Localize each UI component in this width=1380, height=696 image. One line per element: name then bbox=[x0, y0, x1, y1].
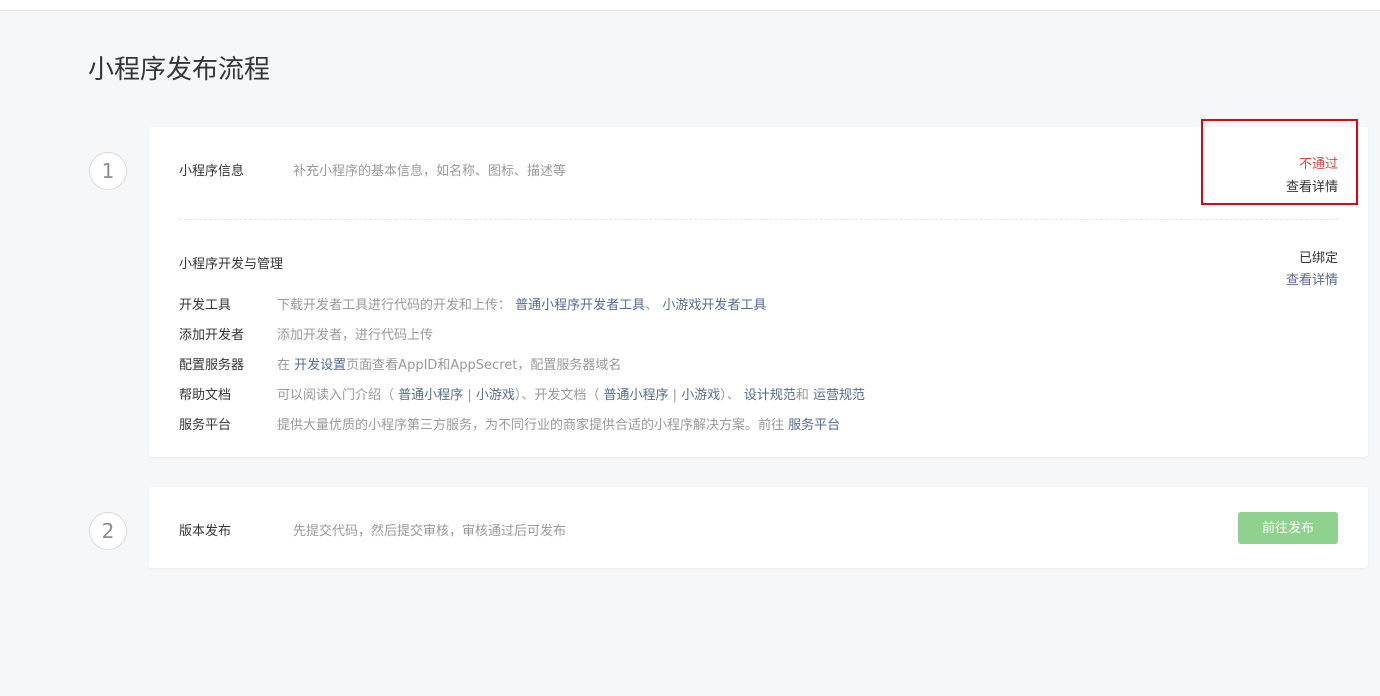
section-desc-release: 先提交代码，然后提交审核，审核通过后可发布 bbox=[293, 524, 567, 539]
section-title-release: 版本发布 bbox=[179, 524, 232, 539]
mini-game-devtools-link[interactable]: 小游戏开发者工具 bbox=[662, 298, 766, 313]
row-server-config: 配置服务器 在 开发设置页面查看AppID和AppSecret，配置服务器域名 bbox=[179, 354, 622, 373]
row-label: 帮助文档 bbox=[179, 388, 232, 403]
step2-card: 版本发布 先提交代码，然后提交审核，审核通过后可发布 前往发布 bbox=[149, 487, 1368, 568]
row-label: 添加开发者 bbox=[179, 328, 245, 343]
section-title-info: 小程序信息 bbox=[179, 164, 245, 179]
separator: | bbox=[467, 388, 472, 403]
row-label: 开发工具 bbox=[179, 298, 232, 313]
section-desc-info: 补充小程序的基本信息，如名称、图标、描述等 bbox=[293, 164, 567, 179]
row-text: 和 bbox=[795, 388, 809, 403]
row-dev-tools: 开发工具 下载开发者工具进行代码的开发和上传： 普通小程序开发者工具、 小游戏开发… bbox=[179, 294, 766, 313]
docs-mini-game-link[interactable]: 小游戏 bbox=[681, 388, 720, 403]
row-text: ）、开发文档（ bbox=[514, 388, 600, 403]
step-number-2: 2 bbox=[89, 512, 127, 550]
design-guide-link[interactable]: 设计规范 bbox=[744, 388, 796, 403]
row-add-developer: 添加开发者 添加开发者，进行代码上传 bbox=[179, 324, 434, 343]
separator: | bbox=[672, 388, 678, 403]
row-text: 在 bbox=[277, 358, 291, 373]
operation-guide-link[interactable]: 运营规范 bbox=[813, 388, 865, 403]
row-service-platform: 服务平台 提供大量优质的小程序第三方服务，为不同行业的商家提供合适的小程序解决方案… bbox=[179, 414, 840, 433]
docs-mini-program-link[interactable]: 普通小程序 bbox=[604, 388, 669, 403]
row-text: 下载开发者工具进行代码的开发和上传： bbox=[277, 298, 512, 313]
service-platform-link[interactable]: 服务平台 bbox=[788, 418, 840, 433]
row-text: 页面查看AppID和AppSecret，配置服务器域名 bbox=[346, 358, 622, 373]
step1-card: 小程序信息 补充小程序的基本信息，如名称、图标、描述等 不通过 查看详情 小程序… bbox=[149, 119, 1368, 457]
step-number-1: 1 bbox=[89, 152, 127, 190]
page-title: 小程序发布流程 bbox=[88, 55, 271, 85]
status-fail: 不通过 bbox=[1298, 157, 1338, 172]
top-bar bbox=[0, 0, 1380, 11]
go-publish-button[interactable]: 前往发布 bbox=[1238, 512, 1338, 544]
separator: 、 bbox=[645, 298, 659, 313]
view-details-info-link[interactable]: 查看详情 bbox=[1286, 176, 1338, 195]
row-text: ）、 bbox=[720, 388, 740, 403]
row-text: 可以阅读入门介绍（ bbox=[277, 388, 395, 403]
row-label: 配置服务器 bbox=[179, 358, 245, 373]
row-text: 添加开发者，进行代码上传 bbox=[277, 328, 434, 343]
view-details-dev-link[interactable]: 查看详情 bbox=[1286, 269, 1338, 288]
mini-program-devtools-link[interactable]: 普通小程序开发者工具 bbox=[515, 298, 645, 313]
intro-mini-program-link[interactable]: 普通小程序 bbox=[398, 388, 463, 403]
section-title-dev: 小程序开发与管理 bbox=[179, 257, 284, 272]
row-text: 提供大量优质的小程序第三方服务，为不同行业的商家提供合适的小程序解决方案。前往 bbox=[277, 418, 785, 433]
row-help-docs: 帮助文档 可以阅读入门介绍（ 普通小程序 | 小游戏）、开发文档（ 普通小程序 |… bbox=[179, 384, 865, 403]
dev-settings-link[interactable]: 开发设置 bbox=[294, 358, 346, 373]
row-label: 服务平台 bbox=[179, 418, 232, 433]
intro-mini-game-link[interactable]: 小游戏 bbox=[476, 388, 515, 403]
status-bound: 已绑定 bbox=[1298, 251, 1338, 266]
divider bbox=[179, 219, 1338, 220]
